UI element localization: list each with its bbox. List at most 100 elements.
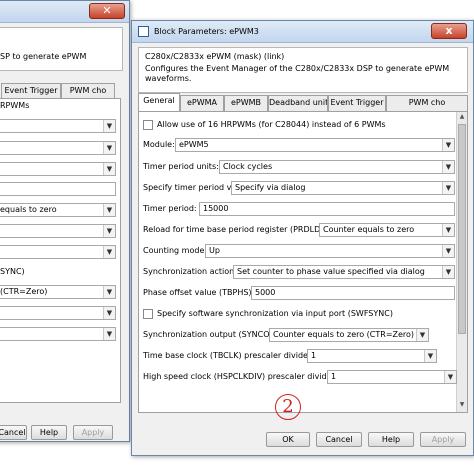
back-dialog-window: ✕ SP to generate ePWM Event Trigger PWM … <box>0 0 130 442</box>
sw-sync-checkbox[interactable] <box>143 309 153 319</box>
chevron-down-icon: ▼ <box>442 245 454 257</box>
sync-action-label: Synchronization action: <box>143 267 237 276</box>
counting-label: Counting mode: <box>143 246 208 255</box>
tab-pwm-chop[interactable]: PWM cho <box>386 95 468 111</box>
hsp-label: High speed clock (HSPCLKDIV) prescaler d… <box>143 372 338 381</box>
timer-via-row: Specify timer period via: Specify via di… <box>139 181 467 196</box>
description-body: Configures the Event Manager of the C280… <box>145 64 450 83</box>
tbclk-label: Time base clock (TBCLK) prescaler divide… <box>143 351 314 360</box>
sync-output-label: Synchronization output (SYNCO): <box>143 330 276 339</box>
sync-action-value: Set counter to phase value specified via… <box>237 267 425 276</box>
timer-via-label: Specify timer period via: <box>143 183 242 192</box>
back-module-select[interactable]: ▼ <box>0 119 116 133</box>
sync-action-select[interactable]: Set counter to phase value specified via… <box>233 265 455 279</box>
phase-row: Phase offset value (TBPHS): 5000 <box>139 286 467 301</box>
timer-period-row: Timer period: 15000 <box>139 202 467 217</box>
chevron-down-icon: ▼ <box>103 328 115 340</box>
timer-via-select[interactable]: Specify via dialog ▼ <box>231 181 455 195</box>
chevron-down-icon: ▼ <box>103 225 115 237</box>
tab-epwmb[interactable]: ePWMB <box>224 95 268 111</box>
module-value: ePWM5 <box>179 140 209 149</box>
sw-sync-row: Specify software synchronization via inp… <box>139 307 467 322</box>
dialog-title: Block Parameters: ePWM3 <box>154 27 259 36</box>
timer-period-label: Timer period: <box>143 204 197 213</box>
dialog-titlebar: Block Parameters: ePWM3 x <box>132 21 473 43</box>
back-units-select[interactable]: ▼ <box>0 141 116 155</box>
back-hsp-select[interactable]: ▼ <box>0 327 116 341</box>
back-counting-select[interactable]: ▼ <box>0 224 116 238</box>
back-sync-output-value: (CTR=Zero) <box>0 287 48 296</box>
back-description-box: SP to generate ePWM <box>0 27 123 71</box>
back-reload-value: equals to zero <box>0 205 57 214</box>
help-button[interactable]: Help <box>368 432 414 447</box>
timer-units-row: Timer period units: Clock cycles ▼ <box>139 160 467 175</box>
apply-button[interactable]: Apply <box>420 432 466 447</box>
panel-scrollbar[interactable]: ▲ ▼ <box>456 112 467 412</box>
timer-units-label: Timer period units: <box>143 162 219 171</box>
block-parameters-dialog: Block Parameters: ePWM3 x C280x/C2833x e… <box>131 20 474 456</box>
module-label: Module: <box>143 140 175 149</box>
chevron-down-icon: ▼ <box>103 163 115 175</box>
back-tbclk-select[interactable]: ▼ <box>0 306 116 320</box>
phase-field[interactable]: 5000 <box>251 286 455 300</box>
cancel-button[interactable]: Cancel <box>316 432 362 447</box>
back-tab-pwm-chop[interactable]: PWM cho <box>61 83 115 99</box>
hrpwm-checkbox[interactable] <box>143 120 153 130</box>
chevron-down-icon: ▼ <box>103 246 115 258</box>
back-help-button[interactable]: Help <box>31 425 67 440</box>
chevron-down-icon: ▼ <box>442 266 454 278</box>
back-sync-label: SYNC) <box>0 267 25 276</box>
chevron-down-icon: ▼ <box>103 307 115 319</box>
sync-output-select[interactable]: Counter equals to zero (CTR=Zero) ▼ <box>269 328 429 342</box>
scroll-down-icon[interactable]: ▼ <box>457 401 467 411</box>
ok-button[interactable]: OK <box>266 432 310 447</box>
timer-period-field[interactable]: 15000 <box>199 202 455 216</box>
back-sync-action-select[interactable]: ▼ <box>0 245 116 259</box>
chevron-down-icon: ▼ <box>103 204 115 216</box>
annotation-number-circle: 2 <box>275 394 301 420</box>
back-close-icon[interactable]: ✕ <box>89 3 125 19</box>
chevron-down-icon: ▼ <box>103 286 115 298</box>
phase-label: Phase offset value (TBPHS): <box>143 288 255 297</box>
sw-sync-label: Specify software synchronization via inp… <box>157 309 393 318</box>
timer-via-value: Specify via dialog <box>235 183 306 192</box>
chevron-down-icon: ▼ <box>442 182 454 194</box>
close-icon[interactable]: x <box>431 23 467 39</box>
back-timer-period-field[interactable] <box>0 182 116 196</box>
tbclk-value: 1 <box>311 351 317 360</box>
tbclk-row: Time base clock (TBCLK) prescaler divide… <box>139 349 467 364</box>
timer-units-value: Clock cycles <box>223 162 273 171</box>
reload-label: Reload for time base period register (PR… <box>143 225 327 234</box>
hrpwm-row: Allow use of 16 HRPWMs (for C28044) inst… <box>139 118 467 133</box>
back-tab-event-trigger[interactable]: Event Trigger <box>1 83 61 99</box>
hsp-select[interactable]: 1 ▼ <box>327 370 457 384</box>
sync-output-value: Counter equals to zero (CTR=Zero) <box>273 330 415 339</box>
sync-action-row: Synchronization action: Set counter to p… <box>139 265 467 280</box>
back-hrpwm-text: RPWMs <box>0 101 30 110</box>
tab-general[interactable]: General <box>138 93 180 111</box>
reload-row: Reload for time base period register (PR… <box>139 223 467 238</box>
tbclk-select[interactable]: 1 ▼ <box>307 349 437 363</box>
tab-bar: General ePWMA ePWMB Deadband unit Event … <box>138 93 468 111</box>
chevron-down-icon: ▼ <box>442 161 454 173</box>
tab-deadband-unit[interactable]: Deadband unit <box>268 95 328 111</box>
counting-select[interactable]: Up ▼ <box>205 244 455 258</box>
timer-units-select[interactable]: Clock cycles ▼ <box>219 160 455 174</box>
back-sync-output-select[interactable]: (CTR=Zero) ▼ <box>0 285 116 299</box>
back-general-panel: RPWMs ▼ ▼ ▼ equals to zero ▼ ▼ ▼ SYNC) (… <box>0 98 121 403</box>
back-cancel-button[interactable]: Cancel <box>0 425 27 440</box>
back-description-text: SP to generate ePWM <box>0 52 87 61</box>
tab-event-trigger[interactable]: Event Trigger <box>328 95 386 111</box>
back-apply-button[interactable]: Apply <box>73 425 113 440</box>
module-row: Module: ePWM5 ▼ <box>139 138 467 153</box>
module-select[interactable]: ePWM5 ▼ <box>175 138 455 152</box>
hsp-value: 1 <box>331 372 337 381</box>
reload-select[interactable]: Counter equals to zero ▼ <box>319 223 455 237</box>
tab-epwma[interactable]: ePWMA <box>180 95 224 111</box>
block-icon <box>138 26 149 37</box>
back-timer-via-select[interactable]: ▼ <box>0 162 116 176</box>
back-dialog-titlebar: ✕ <box>0 1 129 23</box>
general-panel: ▲ ▼ Allow use of 16 HRPWMs (for C28044) … <box>138 111 468 420</box>
description-title: C280x/C2833x ePWM (mask) (link) <box>145 52 285 61</box>
back-reload-select[interactable]: equals to zero ▼ <box>0 203 116 217</box>
